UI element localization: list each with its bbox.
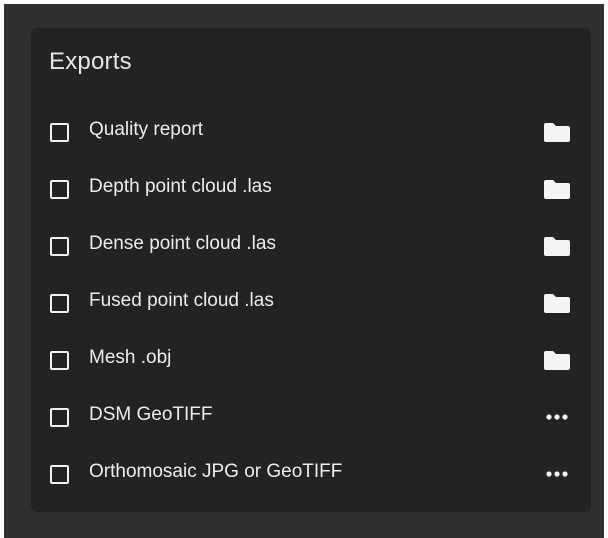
- export-item-label: Dense point cloud .las: [89, 233, 276, 254]
- folder-icon[interactable]: [539, 231, 575, 261]
- checkbox[interactable]: [50, 180, 69, 199]
- checkbox[interactable]: [50, 351, 69, 370]
- export-item-label: Quality report: [89, 119, 204, 140]
- export-item-dense-point-cloud: Dense point cloud .las: [31, 219, 591, 276]
- folder-icon[interactable]: [539, 288, 575, 318]
- folder-icon[interactable]: [539, 345, 575, 375]
- panel-title: Exports: [49, 48, 132, 75]
- checkbox[interactable]: [50, 123, 69, 142]
- checkbox[interactable]: [50, 465, 69, 484]
- export-item-label: Fused point cloud .las: [89, 290, 274, 311]
- export-item-label: Depth point cloud .las: [89, 176, 272, 197]
- exports-panel: Exports Quality report Depth point cloud…: [31, 28, 591, 512]
- export-item-mesh: Mesh .obj: [31, 333, 591, 390]
- checkbox[interactable]: [50, 237, 69, 256]
- export-item-depth-point-cloud: Depth point cloud .las: [31, 162, 591, 219]
- export-item-orthomosaic: Orthomosaic JPG or GeoTIFF: [31, 447, 591, 504]
- more-options-icon[interactable]: [539, 459, 575, 489]
- export-item-label: Mesh .obj: [89, 347, 172, 368]
- export-item-quality-report: Quality report: [31, 105, 591, 162]
- export-item-dsm-geotiff: DSM GeoTIFF: [31, 390, 591, 447]
- exports-list: Quality report Depth point cloud .las De…: [31, 105, 591, 504]
- export-item-label: Orthomosaic JPG or GeoTIFF: [89, 461, 343, 482]
- checkbox[interactable]: [50, 294, 69, 313]
- more-options-icon[interactable]: [539, 402, 575, 432]
- checkbox[interactable]: [50, 408, 69, 427]
- exports-window: Exports Quality report Depth point cloud…: [4, 4, 604, 538]
- export-item-fused-point-cloud: Fused point cloud .las: [31, 276, 591, 333]
- export-item-label: DSM GeoTIFF: [89, 404, 213, 425]
- folder-icon[interactable]: [539, 117, 575, 147]
- folder-icon[interactable]: [539, 174, 575, 204]
